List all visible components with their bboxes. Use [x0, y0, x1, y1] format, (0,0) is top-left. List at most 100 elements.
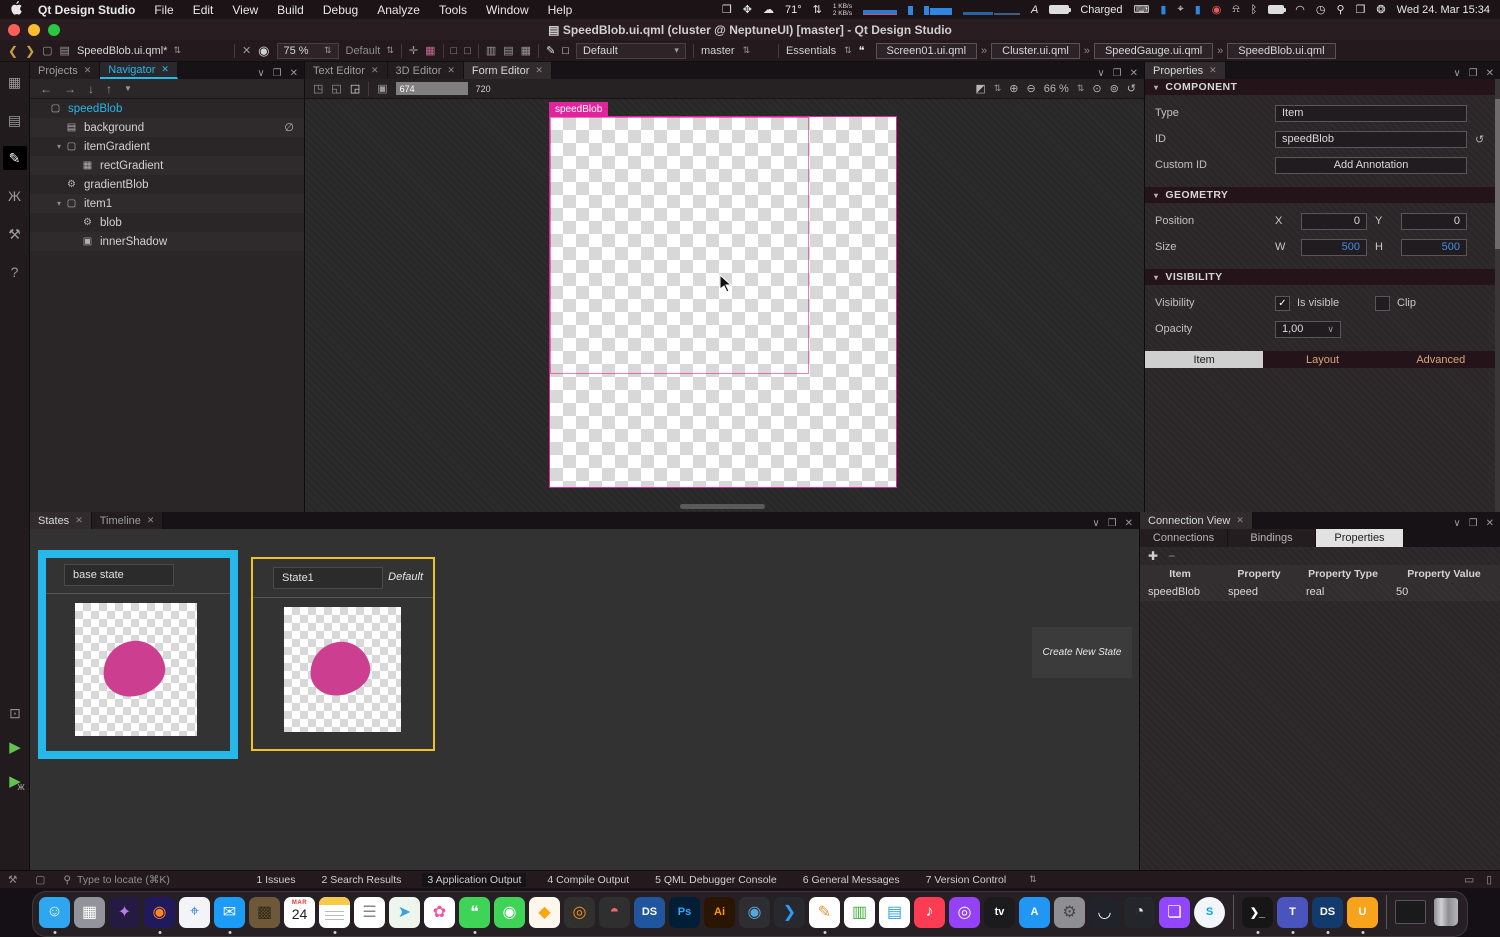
device-battery-icon[interactable]: ▮ [1160, 3, 1166, 16]
pane-version-control[interactable]: 7 Version Control [921, 873, 1012, 887]
bluetooth-icon[interactable]: ᛒ [1251, 4, 1258, 16]
state-card-base[interactable]: base state [38, 550, 238, 759]
section-visibility[interactable]: ▾VISIBILITY [1145, 269, 1500, 285]
grid-view-1-icon[interactable]: ▥ [486, 44, 496, 57]
float-panel-icon[interactable]: ❐ [273, 68, 282, 79]
control-center-icon[interactable]: ❐ [1356, 3, 1366, 16]
memory-usage-icon[interactable] [924, 5, 952, 15]
tree-item-speedBlob[interactable]: ▢speedBlob [30, 99, 304, 118]
pane-stepper-icon[interactable]: ⇅ [1029, 874, 1037, 885]
mode-help-icon[interactable]: ? [3, 260, 27, 284]
camera-record-icon[interactable]: ◉ [1212, 3, 1222, 16]
grid-view-2-icon[interactable]: ▤ [503, 44, 513, 57]
tab-states[interactable]: States✕ [30, 512, 92, 529]
override-width-field[interactable]: 674 [396, 82, 468, 95]
dock-game-app-icon[interactable]: ▩ [249, 897, 280, 928]
expander-icon[interactable]: ▾ [54, 142, 64, 151]
reset-id-icon[interactable]: ↺ [1475, 133, 1484, 146]
lock-icon[interactable]: ▢ [42, 44, 52, 57]
state-thumbnail[interactable] [75, 603, 197, 736]
notification-bell-icon[interactable]: ⍾ [1232, 3, 1239, 16]
move-forward-icon[interactable]: → [64, 82, 76, 96]
image-tool-icon[interactable]: ▦ [425, 44, 435, 57]
dock-dome-app-icon[interactable]: ◓ [599, 897, 630, 928]
dock-ms-teams-icon[interactable]: T [1277, 897, 1308, 928]
move-back-icon[interactable]: ← [40, 82, 52, 96]
grid-view-3-icon[interactable]: ▦ [521, 44, 531, 57]
close-panel-icon[interactable]: ✕ [1486, 68, 1494, 79]
dropbox-icon[interactable]: ✥ [743, 3, 752, 16]
tab-projects[interactable]: Projects✕ [30, 62, 100, 79]
pane-search-results[interactable]: 2 Search Results [316, 873, 406, 887]
dock-sketch-icon[interactable]: ◆ [529, 897, 560, 928]
snap-anchors-icon[interactable]: ◱ [331, 82, 341, 95]
menu-analyze[interactable]: Analyze [377, 3, 420, 17]
close-icon[interactable]: ✕ [147, 515, 155, 526]
menu-file[interactable]: File [154, 3, 173, 17]
pane-compile-output[interactable]: 4 Compile Output [542, 873, 634, 887]
menu-window[interactable]: Window [486, 3, 529, 17]
pane-general-messages[interactable]: 6 General Messages [798, 873, 905, 887]
canvas-hscrollbar[interactable] [680, 504, 765, 509]
debug-project-button[interactable]: ▶Ж [9, 772, 21, 790]
tab-advanced[interactable]: Advanced [1382, 351, 1500, 368]
dock-app-store-icon[interactable]: A [1019, 897, 1050, 928]
mode-projects-icon[interactable]: ⚒ [3, 222, 27, 246]
dock-firefox-icon[interactable]: ◉ [144, 897, 175, 928]
properties-scrollbar[interactable] [1495, 79, 1500, 512]
dock-facetime-icon[interactable]: ◉ [494, 897, 525, 928]
menubar-app-name[interactable]: Qt Design Studio [38, 3, 135, 17]
dock-safari-icon[interactable]: ⌖ [179, 897, 210, 928]
reset-view-icon[interactable]: ↺ [1127, 82, 1136, 95]
tab-layout[interactable]: Layout [1263, 351, 1381, 368]
breadcrumb-item[interactable]: Screen01.ui.qml [876, 43, 978, 59]
preview-mode-icon[interactable]: □ [562, 45, 569, 57]
open-file-selector[interactable]: SpeedBlob.ui.qml*⇅ [77, 45, 227, 57]
pane-issues[interactable]: 1 Issues [251, 873, 300, 887]
subtab-bindings[interactable]: Bindings [1228, 529, 1316, 547]
tree-item-background[interactable]: ▤background∅ [30, 118, 304, 137]
mouse-icon[interactable]: ⌖ [1177, 3, 1183, 16]
width-field[interactable]: 500 [1301, 239, 1367, 256]
dock-skype-icon[interactable]: S [1194, 897, 1225, 928]
float-panel-icon[interactable]: ❐ [1108, 518, 1117, 529]
show-bounds-icon[interactable]: ▣ [377, 82, 387, 95]
canvas-zoom-stepper[interactable]: ⇅ [1077, 83, 1085, 94]
x-field[interactable]: 0 [1301, 213, 1367, 230]
breadcrumb-item[interactable]: SpeedBlob.ui.qml [1227, 43, 1335, 59]
menu-build[interactable]: Build [277, 3, 304, 17]
menu-tools[interactable]: Tools [439, 3, 467, 17]
clip-checkbox[interactable] [1375, 296, 1390, 311]
progress-icon[interactable]: ▭ [1464, 874, 1474, 886]
mode-welcome-icon[interactable]: ▦ [3, 70, 27, 94]
no-snapping-icon[interactable]: ◳ [313, 82, 323, 95]
add-annotation-button[interactable]: Add Annotation [1275, 157, 1467, 174]
column-header-item[interactable]: Item [1140, 568, 1220, 580]
forward-button[interactable]: ❯ [25, 44, 35, 58]
tree-item-blob[interactable]: ⚙blob [30, 213, 304, 232]
dock-messages-icon[interactable]: ❝ [459, 897, 490, 928]
tree-item-itemGradient[interactable]: ▾▢itemGradient [30, 137, 304, 156]
clock-icon[interactable]: ◷ [1316, 3, 1326, 16]
zoom-in-icon[interactable]: ⊕ [1009, 82, 1018, 95]
visibility-off-icon[interactable]: ∅ [284, 121, 294, 134]
dock-podcasts-icon[interactable]: ◎ [949, 897, 980, 928]
state-name-input[interactable]: State1 [273, 567, 383, 589]
zoom-level-selector[interactable]: 75 %⇅ [277, 43, 339, 59]
close-icon[interactable]: ✕ [161, 64, 169, 75]
canvas-color-icon[interactable]: ◩ [975, 82, 985, 95]
package-icon[interactable]: ❒ [722, 3, 732, 16]
close-icon[interactable]: ✕ [84, 65, 92, 76]
close-document-button[interactable]: ✕ [242, 44, 251, 57]
dock-illustrator-icon[interactable]: Ai [704, 897, 735, 928]
chevron-down-icon[interactable]: ∨ [257, 68, 264, 79]
close-panel-icon[interactable]: ✕ [1125, 518, 1133, 529]
close-icon[interactable]: ✕ [447, 65, 455, 76]
tab-form-editor[interactable]: Form Editor✕ [464, 62, 552, 79]
breadcrumb-item[interactable]: Cluster.ui.qml [991, 43, 1080, 59]
canvas-zoom-level[interactable]: 66 % [1044, 83, 1069, 95]
layout-column-icon[interactable]: □ [464, 45, 471, 57]
mode-design-icon[interactable]: ✎ [3, 146, 27, 170]
zoom-out-icon[interactable]: ⊖ [1027, 82, 1036, 95]
move-tool-icon[interactable]: ✛ [409, 44, 418, 57]
